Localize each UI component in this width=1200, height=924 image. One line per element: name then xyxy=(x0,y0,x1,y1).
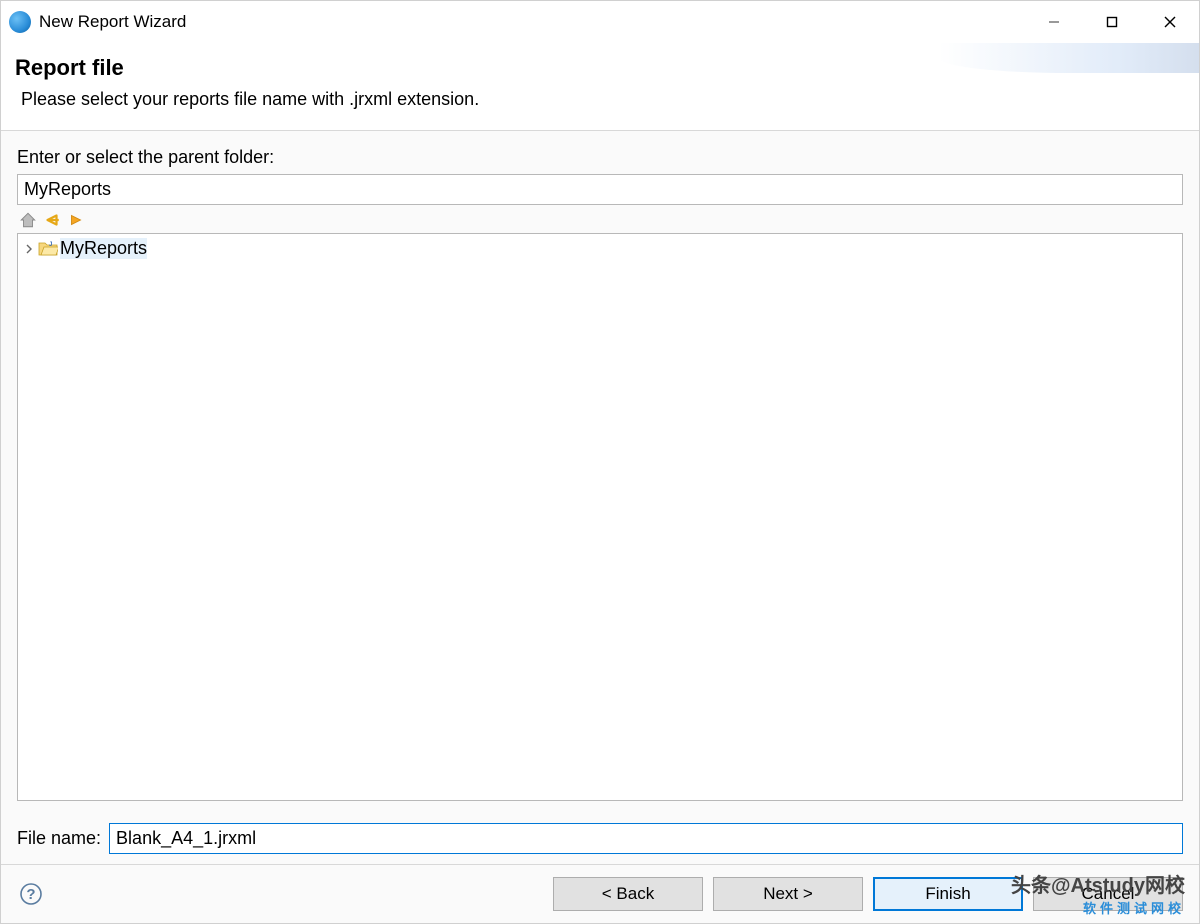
tree-item-myreports[interactable]: J MyReports xyxy=(22,236,1178,260)
banner: Report file Please select your reports f… xyxy=(1,43,1199,131)
svg-text:?: ? xyxy=(26,886,35,903)
wizard-window: New Report Wizard Report file Please sel… xyxy=(0,0,1200,924)
help-icon: ? xyxy=(19,882,43,906)
banner-decoration xyxy=(939,43,1199,73)
banner-subtitle: Please select your reports file name wit… xyxy=(21,89,1185,110)
content-area: Enter or select the parent folder: J xyxy=(1,131,1199,864)
folder-open-icon: J xyxy=(38,239,58,257)
finish-button[interactable]: Finish xyxy=(873,877,1023,911)
svg-text:J: J xyxy=(49,242,52,248)
folder-tree[interactable]: J MyReports xyxy=(17,233,1183,801)
cancel-button[interactable]: Cancel xyxy=(1033,877,1183,911)
tree-nav-row xyxy=(17,205,1183,233)
minimize-icon xyxy=(1047,15,1061,29)
close-icon xyxy=(1163,15,1177,29)
caption-buttons xyxy=(1025,1,1199,43)
back-button[interactable]: < Back xyxy=(553,877,703,911)
back-arrow-icon[interactable] xyxy=(43,211,61,229)
button-bar: ? < Back Next > Finish Cancel 头条@Atstudy… xyxy=(1,864,1199,923)
forward-arrow-icon[interactable] xyxy=(67,211,85,229)
close-button[interactable] xyxy=(1141,1,1199,43)
chevron-right-icon[interactable] xyxy=(22,238,36,259)
window-title: New Report Wizard xyxy=(39,12,186,32)
maximize-button[interactable] xyxy=(1083,1,1141,43)
file-name-label: File name: xyxy=(17,828,101,849)
titlebar: New Report Wizard xyxy=(1,1,1199,43)
help-button[interactable]: ? xyxy=(17,880,45,908)
minimize-button[interactable] xyxy=(1025,1,1083,43)
parent-folder-label: Enter or select the parent folder: xyxy=(17,147,1183,168)
parent-folder-input[interactable] xyxy=(17,174,1183,205)
home-icon[interactable] xyxy=(19,211,37,229)
tree-item-label: MyReports xyxy=(60,238,147,259)
file-name-row: File name: xyxy=(17,823,1183,854)
app-icon xyxy=(9,11,31,33)
maximize-icon xyxy=(1105,15,1119,29)
file-name-input[interactable] xyxy=(109,823,1183,854)
next-button[interactable]: Next > xyxy=(713,877,863,911)
